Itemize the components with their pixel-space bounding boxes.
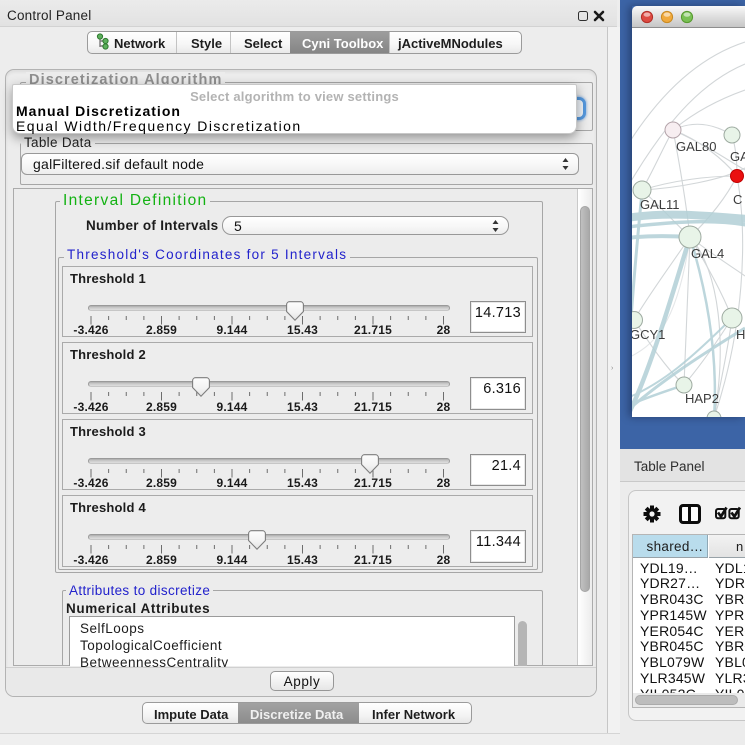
svg-text:C: C bbox=[733, 192, 742, 207]
svg-text:GCY1: GCY1 bbox=[632, 327, 665, 342]
svg-text:GAL11: GAL11 bbox=[640, 197, 680, 212]
svg-text:GAL80: GAL80 bbox=[676, 139, 716, 154]
svg-text:GAL4: GAL4 bbox=[691, 246, 724, 261]
svg-text:GA: GA bbox=[730, 149, 745, 164]
svg-text:H: H bbox=[736, 327, 745, 342]
svg-text:HAP2: HAP2 bbox=[685, 391, 719, 406]
